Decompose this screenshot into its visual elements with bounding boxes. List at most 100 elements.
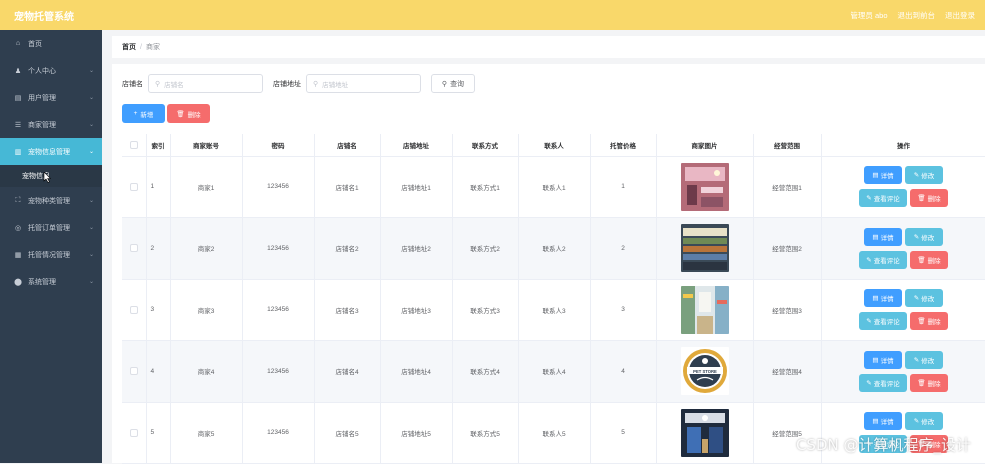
query-button[interactable]: ⚲ 查询: [431, 74, 475, 93]
edit-icon: ✎: [914, 356, 919, 364]
edit-icon: ✎: [866, 256, 871, 264]
cell-contact-person: 联系人5: [518, 402, 590, 464]
cell-price: 2: [590, 218, 656, 280]
chevron-down-icon: ⌄: [89, 251, 94, 258]
row-select-cell[interactable]: [122, 156, 146, 218]
cell-image: [656, 156, 753, 218]
add-label: 新增: [140, 109, 153, 119]
detail-button[interactable]: ▤详情: [864, 351, 902, 369]
sidebar-item-label: 托管情况管理: [28, 250, 70, 260]
column-header: 商家图片: [656, 134, 753, 156]
sidebar: ⌂首页♟个人中心⌄▤用户管理⌄☰商家管理⌄▥宠物信息管理⌄宠物信息⛶宠物种类管理…: [0, 30, 102, 463]
row-delete-button[interactable]: 🗑删除: [910, 189, 948, 207]
view-comments-button[interactable]: ✎查看评论: [859, 312, 907, 330]
row-select-cell[interactable]: [122, 402, 146, 464]
breadcrumb: 首页 / 商家: [112, 36, 985, 58]
sidebar-item[interactable]: ☰商家管理⌄: [0, 111, 102, 138]
cell-shop-name: 店铺名4: [314, 341, 380, 403]
row-delete-label: 删除: [928, 378, 941, 388]
submenu-item-pet-info[interactable]: 宠物信息: [0, 165, 102, 187]
cell-index: 4: [146, 341, 170, 403]
edit-button[interactable]: ✎修改: [905, 289, 943, 307]
sidebar-item[interactable]: ◎托管订单管理⌄: [0, 214, 102, 241]
merchant-image: [681, 409, 729, 457]
edit-icon: ✎: [866, 194, 871, 202]
table-row[interactable]: 3商家3123456店铺名3店铺地址3联系方式3联系人33经营范围3▤详情✎修改…: [122, 279, 985, 341]
cell-index: 5: [146, 402, 170, 464]
detail-button[interactable]: ▤详情: [864, 166, 902, 184]
column-header: 联系人: [518, 134, 590, 156]
sidebar-item[interactable]: ⌂首页: [0, 30, 102, 57]
document-icon: ▤: [872, 417, 878, 425]
view-comments-button[interactable]: ✎查看评论: [859, 251, 907, 269]
table-row[interactable]: 4商家4123456店铺名4店铺地址4联系方式4联系人44PET STORE经营…: [122, 341, 985, 403]
search-icon: ⚲: [155, 80, 160, 88]
cell-contact: 联系方式2: [452, 218, 518, 280]
sidebar-item[interactable]: ⬤系统管理⌄: [0, 268, 102, 295]
edit-label: 修改: [921, 293, 934, 303]
table-header-row: 索引 商家账号 密码 店铺名 店铺地址 联系方式 联系人 托管价格 商家图片 经…: [122, 134, 985, 156]
row-delete-label: 删除: [928, 255, 941, 265]
edit-button[interactable]: ✎修改: [905, 412, 943, 430]
sidebar-item[interactable]: ♟个人中心⌄: [0, 57, 102, 84]
row-checkbox[interactable]: [130, 306, 138, 314]
row-delete-label: 删除: [928, 193, 941, 203]
edit-button[interactable]: ✎修改: [905, 228, 943, 246]
row-select-cell[interactable]: [122, 341, 146, 403]
column-header: 店铺名: [314, 134, 380, 156]
row-checkbox[interactable]: [130, 183, 138, 191]
row-delete-button[interactable]: 🗑删除: [910, 251, 948, 269]
row-checkbox[interactable]: [130, 367, 138, 375]
go-frontend-link[interactable]: 退出到前台: [898, 10, 936, 21]
cell-index: 1: [146, 156, 170, 218]
comment-label: 查看评论: [874, 255, 900, 265]
doc-icon: ▦: [14, 251, 22, 259]
breadcrumb-home[interactable]: 首页: [122, 42, 136, 52]
sidebar-item[interactable]: ▥宠物信息管理⌄: [0, 138, 102, 165]
shop-address-input[interactable]: ⚲ 店铺地址: [306, 74, 421, 93]
table-row[interactable]: 1商家1123456店铺名1店铺地址1联系方式1联系人11经营范围1▤详情✎修改…: [122, 156, 985, 218]
sidebar-item[interactable]: ▦ 托管情况管理 ⌄: [0, 241, 102, 268]
shop-name-input[interactable]: ⚲ 店铺名: [148, 74, 263, 93]
batch-delete-button[interactable]: 🗑 删除: [167, 104, 210, 123]
edit-button[interactable]: ✎修改: [905, 351, 943, 369]
column-header: 商家账号: [170, 134, 242, 156]
detail-button[interactable]: ▤详情: [864, 289, 902, 307]
row-checkbox[interactable]: [130, 429, 138, 437]
card-icon: ▤: [14, 94, 22, 102]
row-select-cell[interactable]: [122, 218, 146, 280]
view-comments-button[interactable]: ✎查看评论: [859, 189, 907, 207]
detail-label: 详情: [881, 355, 894, 365]
detail-button[interactable]: ▤详情: [864, 412, 902, 430]
mouse-pointer-icon: [43, 172, 51, 183]
row-delete-button[interactable]: 🗑删除: [910, 374, 948, 392]
cell-contact: 联系方式4: [452, 341, 518, 403]
logout-link[interactable]: 退出登录: [945, 10, 975, 21]
view-comments-button[interactable]: ✎查看评论: [859, 374, 907, 392]
edit-label: 修改: [921, 355, 934, 365]
add-button[interactable]: + 新增: [122, 104, 165, 123]
detail-button[interactable]: ▤详情: [864, 228, 902, 246]
row-delete-button[interactable]: 🗑删除: [910, 312, 948, 330]
chevron-down-icon: ⌄: [89, 94, 94, 101]
select-all-checkbox[interactable]: [130, 141, 138, 149]
detail-label: 详情: [881, 293, 894, 303]
row-checkbox[interactable]: [130, 244, 138, 252]
cell-price: 5: [590, 402, 656, 464]
cell-shop-address: 店铺地址1: [380, 156, 452, 218]
admin-user-link[interactable]: 管理员 abo: [850, 10, 887, 21]
chevron-down-icon: ⌄: [89, 278, 94, 285]
header-links: 管理员 abo 退出到前台 退出登录: [850, 10, 975, 21]
cell-price: 4: [590, 341, 656, 403]
sidebar-item[interactable]: ▤用户管理⌄: [0, 84, 102, 111]
cell-password: 123456: [242, 402, 314, 464]
table-row[interactable]: 2商家2123456店铺名2店铺地址2联系方式2联系人22经营范围2▤详情✎修改…: [122, 218, 985, 280]
edit-button[interactable]: ✎修改: [905, 166, 943, 184]
row-select-cell[interactable]: [122, 279, 146, 341]
sidebar-item[interactable]: ⛶宠物种类管理⌄: [0, 187, 102, 214]
cell-price: 3: [590, 279, 656, 341]
cell-actions: ▤详情✎修改✎查看评论🗑删除: [821, 341, 985, 403]
sidebar-item-label: 托管订单管理: [28, 223, 70, 233]
column-header: 操作: [821, 134, 985, 156]
select-all-cell[interactable]: [122, 134, 146, 156]
